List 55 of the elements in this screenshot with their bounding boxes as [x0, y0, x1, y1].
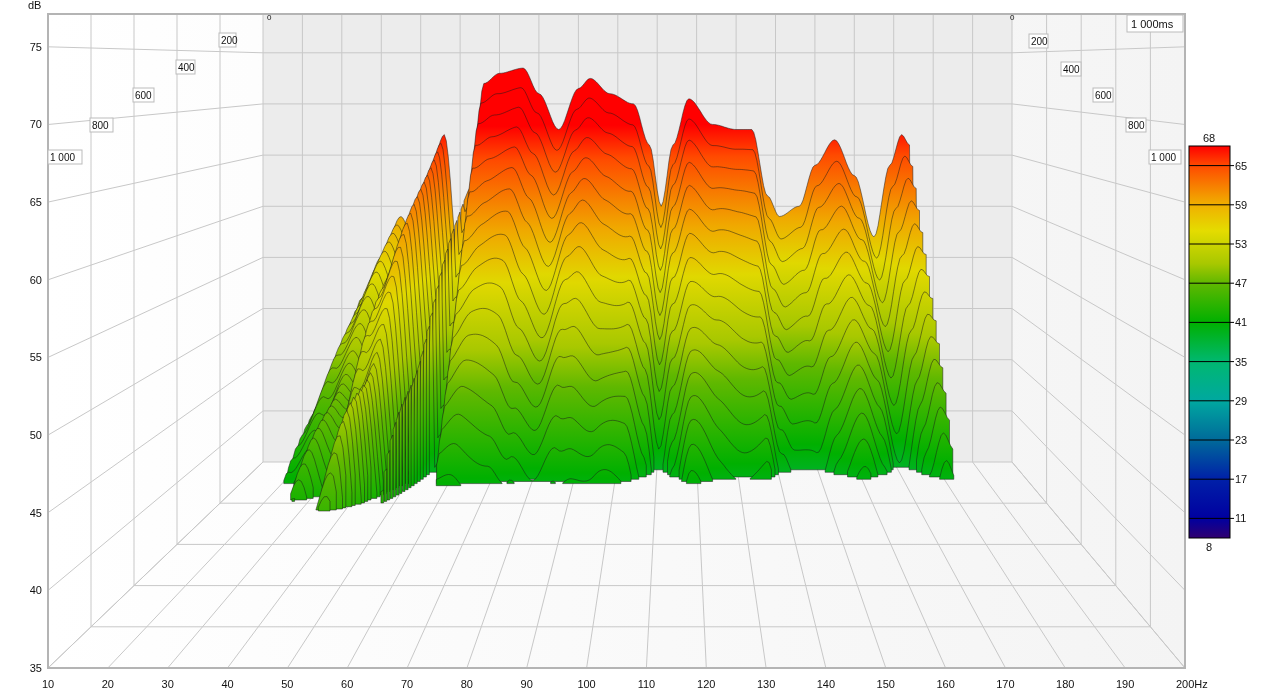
db-tick-label: 60: [29, 273, 42, 286]
frequency-tick-label: 110: [637, 678, 656, 690]
frequency-tick-label: 40: [221, 678, 234, 690]
frequency-tick-label: 120: [697, 678, 716, 690]
time-tick-label: 600: [1092, 87, 1114, 103]
color-scale-label: 23: [1235, 434, 1248, 446]
color-scale-label: 8: [1205, 541, 1213, 553]
frequency-tick-label: 30: [161, 678, 174, 690]
frequency-tick-label: 90: [520, 678, 533, 690]
frequency-tick-label: 80: [460, 678, 473, 690]
time-tick-label: 400: [1060, 61, 1082, 77]
color-scale-label: 35: [1235, 355, 1248, 368]
unit-label: dB: [28, 0, 42, 11]
frequency-tick-label: 180: [1056, 678, 1075, 690]
frequency-tick-label: 160: [936, 678, 955, 690]
color-scale-label: 17: [1235, 473, 1248, 486]
time-tick-label: 0: [267, 13, 272, 22]
frequency-tick-label: 130: [756, 678, 776, 690]
frequency-tick-label: 140: [816, 678, 836, 690]
color-scale-label: 41: [1235, 316, 1248, 329]
time-tick-label: 600: [132, 87, 155, 103]
time-tick-label: 1 000: [47, 149, 83, 165]
frequency-tick-label: 60: [341, 678, 354, 690]
time-tick-label: 800: [1125, 117, 1147, 133]
frequency-tick-label: 150: [876, 678, 895, 690]
frequency-tick-label: 170: [996, 678, 1015, 690]
color-scale-label: 47: [1235, 277, 1248, 290]
color-scale-label: 11: [1235, 512, 1247, 525]
color-scale-label: 53: [1235, 238, 1248, 250]
db-tick-label: 70: [29, 118, 42, 131]
time-tick-label: 400: [175, 59, 196, 75]
color-scale-label: 29: [1235, 394, 1248, 407]
time-tick-label: 0: [1010, 13, 1015, 22]
frequency-tick-label: 10: [41, 678, 55, 690]
frequency-tick-label: 50: [281, 678, 294, 690]
color-scale-label: 65: [1235, 159, 1248, 172]
color-scale-label: 68: [1202, 132, 1216, 144]
time-unit-label: 1 000ms: [1126, 14, 1184, 33]
frequency-tick-label: 200Hz: [1175, 678, 1208, 690]
db-tick-label: 35: [29, 662, 42, 674]
db-tick-label: 55: [29, 351, 42, 364]
db-tick-label: 40: [29, 584, 42, 597]
frequency-tick-label: 100: [577, 678, 596, 690]
time-tick-label: 800: [89, 117, 114, 133]
time-tick-label: 1 000: [1148, 149, 1182, 165]
db-tick-label: 75: [29, 40, 42, 53]
db-tick-label: 45: [29, 506, 42, 519]
db-tick-label: 65: [29, 196, 42, 209]
time-tick-label: 200: [218, 32, 238, 48]
color-scale-label: 59: [1235, 198, 1248, 211]
frequency-tick-label: 20: [101, 678, 114, 690]
time-tick-label: 200: [1028, 33, 1049, 49]
frequency-tick-label: 70: [400, 678, 414, 690]
db-tick-label: 50: [29, 429, 42, 442]
frequency-tick-label: 190: [1115, 678, 1135, 690]
